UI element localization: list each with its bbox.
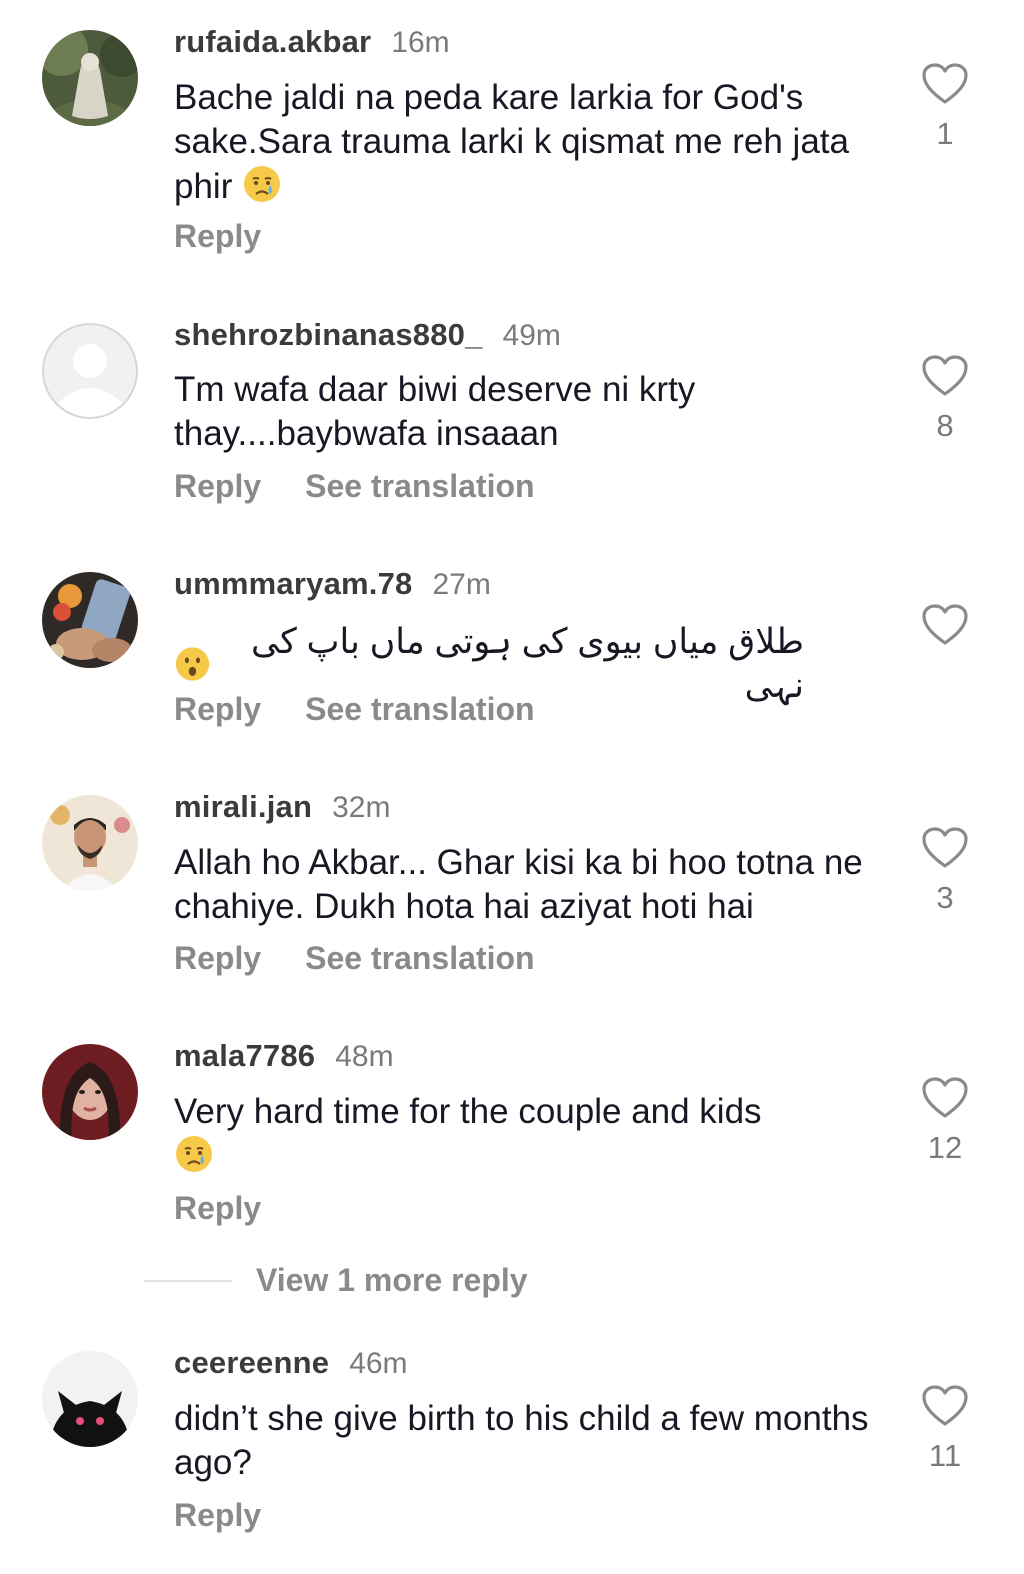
heart-icon[interactable]: [921, 62, 969, 106]
timestamp: 49m: [502, 319, 561, 352]
reply-button[interactable]: Reply: [174, 1497, 261, 1534]
reply-button[interactable]: Reply: [174, 1190, 261, 1227]
comment-text: Very hard time for the couple and kids: [174, 1090, 894, 1179]
like-control: 12: [915, 1076, 975, 1166]
comment-header: mirali.jan 32m: [174, 789, 390, 825]
see-translation-button[interactable]: See translation: [305, 468, 534, 505]
astonished-face-emoji-icon: [175, 647, 210, 681]
comment-header: ummmaryam.78 27m: [174, 566, 491, 602]
timestamp: 46m: [349, 1347, 408, 1380]
comment-text: Allah ho Akbar... Ghar kisi ka bi hoo to…: [174, 841, 894, 929]
reply-button[interactable]: Reply: [174, 691, 261, 728]
comment-header: shehrozbinanas880_ 49m: [174, 317, 561, 353]
view-more-replies-label[interactable]: View 1 more reply: [256, 1262, 528, 1299]
timestamp: 32m: [332, 791, 391, 824]
heart-icon[interactable]: [921, 1384, 969, 1428]
comment-body: Very hard time for the couple and kids: [174, 1092, 762, 1131]
comment-header: ceereenne 46m: [174, 1345, 408, 1381]
comment-text: Tm wafa daar biwi deserve ni krty thay..…: [174, 368, 894, 456]
like-count: 12: [927, 1130, 963, 1165]
heart-icon[interactable]: [921, 354, 969, 398]
heart-icon[interactable]: [921, 603, 969, 647]
comment-body: Allah ho Akbar... Ghar kisi ka bi hoo to…: [174, 843, 863, 926]
default-avatar-icon[interactable]: [42, 323, 138, 419]
avatar[interactable]: [42, 572, 138, 668]
comment-actions: Reply See translation: [174, 468, 535, 505]
like-control: 1: [915, 62, 975, 152]
avatar[interactable]: [42, 1351, 138, 1447]
username[interactable]: mirali.jan: [174, 789, 312, 825]
reply-button[interactable]: Reply: [174, 468, 261, 505]
comment-body: didn’t she give birth to his child a few…: [174, 1399, 869, 1482]
username[interactable]: ummmaryam.78: [174, 566, 412, 602]
comment-text: didn’t she give birth to his child a few…: [174, 1397, 894, 1485]
heart-icon[interactable]: [921, 826, 969, 870]
timestamp: 27m: [432, 568, 491, 601]
comment-actions: Reply: [174, 1190, 261, 1227]
heart-icon[interactable]: [921, 1076, 969, 1120]
like-control: 11: [915, 1384, 975, 1474]
reply-button[interactable]: Reply: [174, 940, 261, 977]
avatar[interactable]: [42, 1044, 138, 1140]
comment-header: mala7786 48m: [174, 1038, 394, 1074]
crying-face-emoji-icon: [244, 166, 281, 202]
see-translation-button[interactable]: See translation: [305, 940, 534, 977]
comment-actions: Reply See translation: [174, 691, 535, 728]
view-more-replies[interactable]: View 1 more reply: [144, 1262, 528, 1299]
comment-actions: Reply: [174, 218, 261, 255]
see-translation-button[interactable]: See translation: [305, 691, 534, 728]
like-control: 8: [915, 354, 975, 444]
username[interactable]: mala7786: [174, 1038, 315, 1074]
like-count: 8: [936, 408, 954, 443]
like-control: 3: [915, 826, 975, 916]
comment-actions: Reply See translation: [174, 940, 535, 977]
comment-body: Tm wafa daar biwi deserve ni krty thay..…: [174, 370, 696, 453]
username[interactable]: rufaida.akbar: [174, 24, 371, 60]
avatar[interactable]: [42, 30, 138, 126]
timestamp: 16m: [391, 26, 450, 59]
divider: [144, 1279, 232, 1282]
reply-button[interactable]: Reply: [174, 218, 261, 255]
like-control: [915, 603, 975, 657]
crying-face-emoji-icon: [176, 1136, 212, 1172]
like-count: 3: [936, 880, 954, 915]
comment-text: Bache jaldi na peda kare larkia for God'…: [174, 76, 894, 209]
comment-header: rufaida.akbar 16m: [174, 24, 450, 60]
avatar[interactable]: [42, 795, 138, 891]
like-count: 11: [928, 1438, 962, 1473]
timestamp: 48m: [335, 1040, 394, 1073]
like-count: 1: [936, 116, 954, 151]
username[interactable]: shehrozbinanas880_: [174, 317, 483, 353]
comment-actions: Reply: [174, 1497, 261, 1534]
username[interactable]: ceereenne: [174, 1345, 329, 1381]
